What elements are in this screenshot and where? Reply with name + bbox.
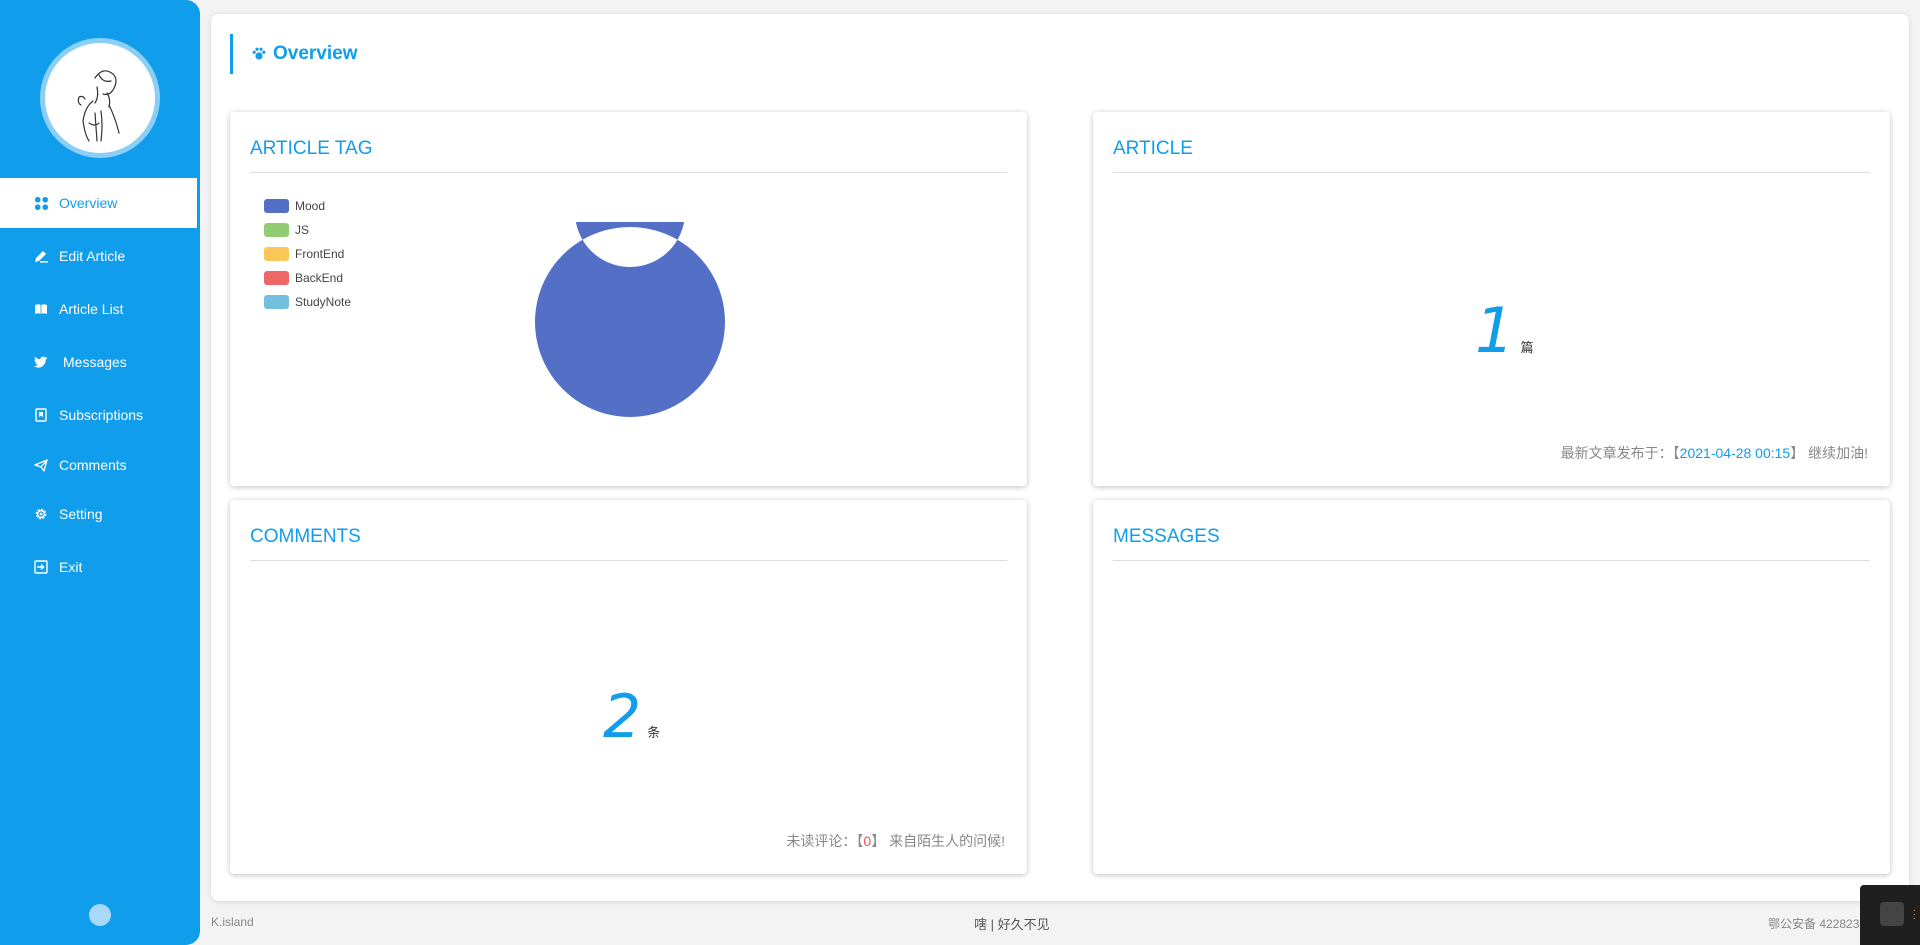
footer-icp[interactable]: 鄂公安备 422823: [1768, 915, 1859, 932]
latest-article-note: 最新文章发布于：【2021-04-28 00:15】 继续加油!: [1561, 443, 1868, 463]
sidebar-item-label: Subscriptions: [59, 407, 144, 423]
twitter-icon: [34, 355, 48, 369]
paw-icon: [251, 46, 267, 62]
floating-widget[interactable]: · · ·: [1860, 885, 1920, 945]
legend-item[interactable]: StudyNote: [264, 290, 351, 314]
footer-tagline: 嗐 | 好久不见: [974, 917, 1050, 932]
card-title: ARTICLE TAG: [250, 138, 1007, 173]
legend-label: FrontEnd: [295, 247, 345, 261]
article-card: ARTICLE 1 篇 最新文章发布于：【2021-04-28 00:15】 继…: [1093, 112, 1890, 486]
book-icon: [34, 302, 48, 316]
article-count-stat: 1 篇: [1475, 294, 1533, 367]
legend-swatch: [264, 247, 289, 261]
legend-swatch: [264, 199, 289, 213]
legend-label: StudyNote: [295, 295, 352, 309]
unread-comments-note: 未读评论：【0】 来自陌生人的问候!: [786, 831, 1005, 851]
main-panel: Overview ARTICLE TAG Mood JS FrontEnd BackE…: [211, 14, 1909, 901]
sidebar: Overview Edit Article Article List Messa…: [0, 0, 200, 945]
card-title: MESSAGES: [1113, 526, 1870, 561]
sidebar-item-label: Edit Article: [59, 248, 126, 264]
legend-label: BackEnd: [295, 271, 344, 285]
page-title-text: Overview: [273, 43, 358, 64]
sidebar-item-label: Exit: [59, 559, 83, 575]
legend-swatch: [264, 295, 289, 309]
sidebar-item-overview[interactable]: Overview: [0, 178, 197, 228]
sidebar-item-comments[interactable]: Comments: [0, 440, 197, 490]
note-suffix: 】 继续加油!: [1790, 445, 1868, 461]
sidebar-item-messages[interactable]: Messages: [0, 337, 197, 387]
bookmark-icon: [34, 408, 48, 422]
sidebar-item-edit-article[interactable]: Edit Article: [0, 231, 197, 281]
legend-label: Mood: [295, 199, 326, 213]
comments-count-unit: 条: [647, 725, 661, 740]
sidebar-item-article-list[interactable]: Article List: [0, 284, 197, 334]
widget-icon: [1880, 902, 1904, 926]
sidebar-item-label: Article List: [59, 301, 124, 317]
exit-icon: [34, 560, 48, 574]
article-tag-card: ARTICLE TAG Mood JS FrontEnd BackEnd StudyNo…: [230, 112, 1027, 486]
comments-count-stat: 2 条: [603, 682, 660, 752]
legend-item[interactable]: BackEnd: [264, 266, 351, 290]
legend-item[interactable]: Mood: [264, 194, 351, 218]
avatar[interactable]: [40, 38, 160, 158]
sidebar-item-label: Setting: [59, 506, 103, 522]
more-icon: · · ·: [1912, 905, 1916, 924]
legend-swatch: [264, 271, 289, 285]
legend-item[interactable]: JS: [264, 218, 351, 242]
comments-card: COMMENTS 2 条 未读评论：【0】 来自陌生人的问候!: [230, 500, 1027, 874]
sidebar-item-exit[interactable]: Exit: [0, 542, 197, 592]
status-dot[interactable]: [89, 904, 111, 926]
legend-swatch: [264, 223, 289, 237]
messages-card: MESSAGES: [1093, 500, 1890, 874]
chart-legend: Mood JS FrontEnd BackEnd StudyNote: [264, 194, 351, 314]
send-icon: [34, 458, 48, 472]
article-count-unit: 篇: [1520, 340, 1534, 355]
sidebar-item-label: Comments: [59, 457, 127, 473]
note-prefix: 最新文章发布于：【: [1560, 445, 1680, 461]
sidebar-item-label: Messages: [63, 354, 127, 370]
page-title: Overview: [230, 34, 358, 74]
note-prefix: 未读评论：【: [786, 833, 864, 849]
footer-brand: K.island: [211, 915, 254, 929]
grid-icon: [34, 196, 48, 210]
card-title: COMMENTS: [250, 526, 1007, 561]
card-title: ARTICLE: [1113, 138, 1870, 173]
legend-item[interactable]: FrontEnd: [264, 242, 351, 266]
avatar-sketch-icon: [77, 70, 120, 142]
sidebar-item-subscriptions[interactable]: Subscriptions: [0, 390, 197, 440]
tag-donut-chart: [535, 222, 725, 417]
note-suffix: 】 来自陌生人的问候!: [871, 833, 1005, 849]
edit-icon: [34, 249, 48, 263]
comments-count: 2: [603, 682, 642, 752]
legend-label: JS: [295, 223, 310, 237]
sidebar-item-setting[interactable]: Setting: [0, 489, 197, 539]
gear-icon: [34, 507, 48, 521]
article-count: 1: [1475, 294, 1515, 367]
latest-article-date[interactable]: 2021-04-28 00:15: [1680, 445, 1791, 461]
sidebar-item-label: Overview: [59, 195, 118, 211]
